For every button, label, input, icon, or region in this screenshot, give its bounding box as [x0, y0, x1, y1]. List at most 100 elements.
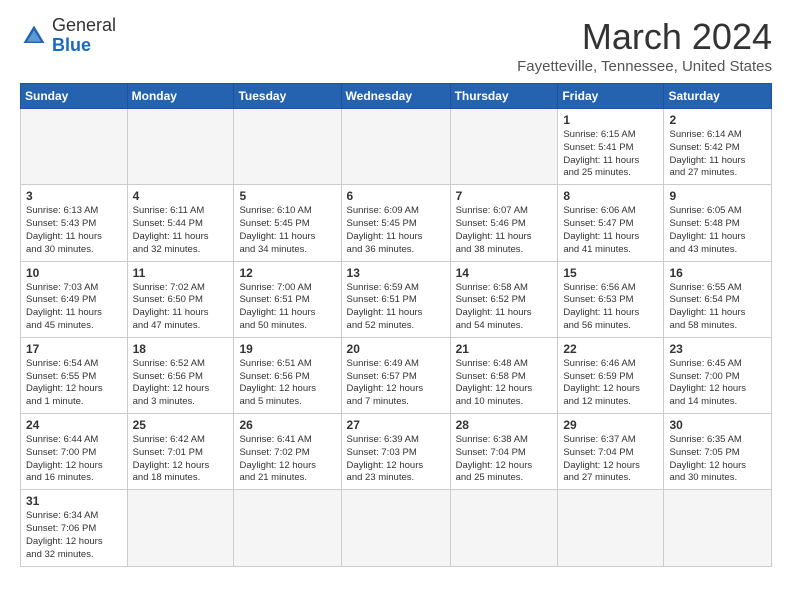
- calendar-cell: 16Sunrise: 6:55 AM Sunset: 6:54 PM Dayli…: [664, 261, 772, 337]
- location-subtitle: Fayetteville, Tennessee, United States: [517, 58, 772, 75]
- calendar-cell: [234, 490, 341, 566]
- weekday-header-tuesday: Tuesday: [234, 84, 341, 109]
- cell-sun-info: Sunrise: 6:15 AM Sunset: 5:41 PM Dayligh…: [563, 129, 658, 180]
- day-number: 27: [347, 418, 445, 432]
- day-number: 15: [563, 266, 658, 280]
- calendar-cell: 30 Sunrise: 6:35 AM Sunset: 7:05 PM Dayli…: [664, 414, 772, 490]
- day-number: 21: [456, 342, 553, 356]
- calendar-cell: 1 Sunrise: 6:15 AM Sunset: 5:41 PM Daylig…: [558, 109, 664, 185]
- day-number: 8: [563, 189, 658, 203]
- calendar-cell: 6 Sunrise: 6:09 AM Sunset: 5:45 PM Daylig…: [341, 185, 450, 261]
- day-number: 5: [239, 189, 335, 203]
- cell-sun-info: Sunrise: 6:34 AM Sunset: 7:06 PM Dayligh…: [26, 510, 122, 561]
- day-number: 18: [133, 342, 229, 356]
- calendar-cell: 25 Sunrise: 6:42 AM Sunset: 7:01 PM Dayli…: [127, 414, 234, 490]
- calendar-cell: 21Sunrise: 6:48 AM Sunset: 6:58 PM Dayli…: [450, 337, 558, 413]
- calendar-cell: [558, 490, 664, 566]
- calendar-week-row: 3Sunrise: 6:13 AM Sunset: 5:43 PM Daylig…: [21, 185, 772, 261]
- calendar-cell: 11 Sunrise: 7:02 AM Sunset: 6:50 PM Dayli…: [127, 261, 234, 337]
- header: General Blue March 2024 Fayetteville, Te…: [20, 16, 772, 75]
- day-number: 26: [239, 418, 335, 432]
- cell-sun-info: Sunrise: 6:11 AM Sunset: 5:44 PM Dayligh…: [133, 205, 229, 256]
- calendar-cell: 2Sunrise: 6:14 AM Sunset: 5:42 PM Daylig…: [664, 109, 772, 185]
- calendar-week-row: 24Sunrise: 6:44 AM Sunset: 7:00 PM Dayli…: [21, 414, 772, 490]
- cell-sun-info: Sunrise: 6:59 AM Sunset: 6:51 PM Dayligh…: [347, 282, 445, 333]
- cell-sun-info: Sunrise: 6:58 AM Sunset: 6:52 PM Dayligh…: [456, 282, 553, 333]
- day-number: 17: [26, 342, 122, 356]
- calendar-cell: 7 Sunrise: 6:07 AM Sunset: 5:46 PM Daylig…: [450, 185, 558, 261]
- day-number: 14: [456, 266, 553, 280]
- calendar-week-row: 17 Sunrise: 6:54 AM Sunset: 6:55 PM Dayli…: [21, 337, 772, 413]
- day-number: 23: [669, 342, 766, 356]
- calendar-cell: 23Sunrise: 6:45 AM Sunset: 7:00 PM Dayli…: [664, 337, 772, 413]
- cell-sun-info: Sunrise: 7:03 AM Sunset: 6:49 PM Dayligh…: [26, 282, 122, 333]
- calendar-cell: [341, 490, 450, 566]
- day-number: 9: [669, 189, 766, 203]
- day-number: 28: [456, 418, 553, 432]
- cell-sun-info: Sunrise: 6:10 AM Sunset: 5:45 PM Dayligh…: [239, 205, 335, 256]
- day-number: 10: [26, 266, 122, 280]
- cell-sun-info: Sunrise: 6:52 AM Sunset: 6:56 PM Dayligh…: [133, 358, 229, 409]
- cell-sun-info: Sunrise: 6:42 AM Sunset: 7:01 PM Dayligh…: [133, 434, 229, 485]
- calendar-cell: 8 Sunrise: 6:06 AM Sunset: 5:47 PM Daylig…: [558, 185, 664, 261]
- day-number: 12: [239, 266, 335, 280]
- calendar-table: SundayMondayTuesdayWednesdayThursdayFrid…: [20, 83, 772, 567]
- cell-sun-info: Sunrise: 6:35 AM Sunset: 7:05 PM Dayligh…: [669, 434, 766, 485]
- cell-sun-info: Sunrise: 7:00 AM Sunset: 6:51 PM Dayligh…: [239, 282, 335, 333]
- day-number: 30: [669, 418, 766, 432]
- calendar-cell: 22 Sunrise: 6:46 AM Sunset: 6:59 PM Dayli…: [558, 337, 664, 413]
- weekday-header-row: SundayMondayTuesdayWednesdayThursdayFrid…: [21, 84, 772, 109]
- cell-sun-info: Sunrise: 6:49 AM Sunset: 6:57 PM Dayligh…: [347, 358, 445, 409]
- calendar-cell: [127, 109, 234, 185]
- day-number: 24: [26, 418, 122, 432]
- calendar-cell: [234, 109, 341, 185]
- day-number: 6: [347, 189, 445, 203]
- day-number: 2: [669, 113, 766, 127]
- cell-sun-info: Sunrise: 6:06 AM Sunset: 5:47 PM Dayligh…: [563, 205, 658, 256]
- calendar-week-row: 31Sunrise: 6:34 AM Sunset: 7:06 PM Dayli…: [21, 490, 772, 566]
- day-number: 22: [563, 342, 658, 356]
- calendar-cell: 15Sunrise: 6:56 AM Sunset: 6:53 PM Dayli…: [558, 261, 664, 337]
- generalblue-icon: [20, 22, 48, 50]
- day-number: 20: [347, 342, 445, 356]
- calendar-cell: [127, 490, 234, 566]
- calendar-cell: 5 Sunrise: 6:10 AM Sunset: 5:45 PM Daylig…: [234, 185, 341, 261]
- cell-sun-info: Sunrise: 6:09 AM Sunset: 5:45 PM Dayligh…: [347, 205, 445, 256]
- calendar-cell: 26 Sunrise: 6:41 AM Sunset: 7:02 PM Dayli…: [234, 414, 341, 490]
- calendar-cell: 24Sunrise: 6:44 AM Sunset: 7:00 PM Dayli…: [21, 414, 128, 490]
- cell-sun-info: Sunrise: 6:51 AM Sunset: 6:56 PM Dayligh…: [239, 358, 335, 409]
- cell-sun-info: Sunrise: 6:41 AM Sunset: 7:02 PM Dayligh…: [239, 434, 335, 485]
- logo-blue: Blue: [52, 36, 116, 56]
- cell-sun-info: Sunrise: 6:39 AM Sunset: 7:03 PM Dayligh…: [347, 434, 445, 485]
- calendar-cell: 14 Sunrise: 6:58 AM Sunset: 6:52 PM Dayli…: [450, 261, 558, 337]
- weekday-header-saturday: Saturday: [664, 84, 772, 109]
- cell-sun-info: Sunrise: 7:02 AM Sunset: 6:50 PM Dayligh…: [133, 282, 229, 333]
- day-number: 7: [456, 189, 553, 203]
- day-number: 25: [133, 418, 229, 432]
- weekday-header-wednesday: Wednesday: [341, 84, 450, 109]
- cell-sun-info: Sunrise: 6:46 AM Sunset: 6:59 PM Dayligh…: [563, 358, 658, 409]
- calendar-week-row: 10 Sunrise: 7:03 AM Sunset: 6:49 PM Dayli…: [21, 261, 772, 337]
- calendar-cell: 31Sunrise: 6:34 AM Sunset: 7:06 PM Dayli…: [21, 490, 128, 566]
- cell-sun-info: Sunrise: 6:37 AM Sunset: 7:04 PM Dayligh…: [563, 434, 658, 485]
- weekday-header-thursday: Thursday: [450, 84, 558, 109]
- cell-sun-info: Sunrise: 6:54 AM Sunset: 6:55 PM Dayligh…: [26, 358, 122, 409]
- month-year-title: March 2024: [517, 16, 772, 58]
- calendar-cell: 13Sunrise: 6:59 AM Sunset: 6:51 PM Dayli…: [341, 261, 450, 337]
- calendar-cell: 4Sunrise: 6:11 AM Sunset: 5:44 PM Daylig…: [127, 185, 234, 261]
- cell-sun-info: Sunrise: 6:07 AM Sunset: 5:46 PM Dayligh…: [456, 205, 553, 256]
- calendar-cell: 12 Sunrise: 7:00 AM Sunset: 6:51 PM Dayli…: [234, 261, 341, 337]
- cell-sun-info: Sunrise: 6:55 AM Sunset: 6:54 PM Dayligh…: [669, 282, 766, 333]
- day-number: 19: [239, 342, 335, 356]
- calendar-cell: 18 Sunrise: 6:52 AM Sunset: 6:56 PM Dayli…: [127, 337, 234, 413]
- weekday-header-friday: Friday: [558, 84, 664, 109]
- calendar-cell: 10 Sunrise: 7:03 AM Sunset: 6:49 PM Dayli…: [21, 261, 128, 337]
- title-block: March 2024 Fayetteville, Tennessee, Unit…: [517, 16, 772, 75]
- calendar-cell: 27 Sunrise: 6:39 AM Sunset: 7:03 PM Dayli…: [341, 414, 450, 490]
- logo: General Blue: [20, 16, 116, 56]
- day-number: 29: [563, 418, 658, 432]
- calendar-cell: 29 Sunrise: 6:37 AM Sunset: 7:04 PM Dayli…: [558, 414, 664, 490]
- day-number: 1: [563, 113, 658, 127]
- calendar-cell: [450, 490, 558, 566]
- day-number: 11: [133, 266, 229, 280]
